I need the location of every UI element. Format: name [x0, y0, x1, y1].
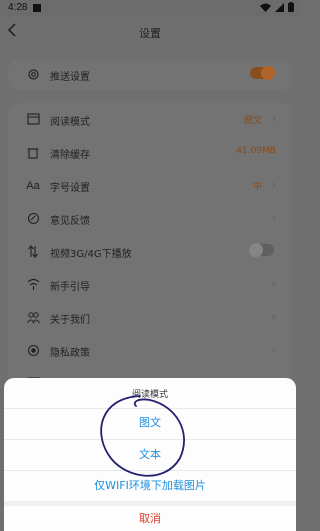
guide-icon — [26, 278, 40, 292]
push-settings-card: 推送设置 — [8, 60, 292, 90]
chevron-right-icon: › — [271, 211, 276, 224]
signal-icon — [275, 2, 284, 15]
toggle-knob — [249, 243, 263, 257]
status-time: 4:28 — [8, 2, 28, 13]
setting-row-clear-cache[interactable]: 清除缓存 41.09MB — [8, 136, 292, 170]
setting-value: 中 — [252, 182, 262, 192]
data-transfer-icon — [26, 245, 40, 259]
status-bar: 4:28 — [0, 0, 300, 16]
chevron-right-icon: › — [271, 310, 276, 323]
setting-row-video-data[interactable]: 视频3G/4G下播放 — [8, 235, 292, 269]
setting-value: 41.09MB — [236, 146, 276, 156]
toggle-knob — [261, 66, 275, 80]
setting-label: 关于我们 — [50, 315, 90, 326]
chevron-right-icon: › — [271, 112, 276, 125]
gear-icon — [26, 68, 40, 82]
battery-icon — [288, 2, 294, 15]
wifi-icon — [260, 3, 271, 15]
settings-card: 阅读模式 图文 › 清除缓存 41.09MB Aa 字号设置 中 › 意见反馈 … — [8, 103, 292, 393]
status-icons — [260, 2, 294, 15]
setting-label: 视频3G/4G下播放 — [50, 249, 132, 260]
page-title: 设置 — [139, 27, 161, 40]
chevron-right-icon: › — [271, 178, 276, 191]
privacy-icon — [26, 344, 40, 358]
font-size-icon: Aa — [26, 180, 40, 192]
setting-row-font-size[interactable]: Aa 字号设置 中 › — [8, 169, 292, 203]
app-bar: 设置 — [0, 16, 300, 48]
setting-label: 新手引导 — [50, 282, 90, 293]
feedback-icon — [26, 212, 40, 226]
setting-label: 推送设置 — [50, 72, 90, 83]
notification-icon — [33, 4, 41, 12]
setting-label: 字号设置 — [50, 183, 90, 194]
setting-label: 隐私政策 — [50, 348, 90, 359]
setting-row-guide[interactable]: 新手引导 › — [8, 268, 292, 302]
setting-row-push[interactable]: 推送设置 — [8, 58, 292, 92]
book-icon — [26, 113, 40, 127]
trash-icon — [26, 146, 40, 160]
video-data-toggle[interactable] — [249, 243, 274, 257]
setting-row-about[interactable]: 关于我们 › — [8, 301, 292, 335]
team-icon — [26, 311, 40, 325]
setting-row-reading-mode[interactable]: 阅读模式 图文 › — [8, 103, 292, 137]
push-toggle[interactable] — [250, 66, 275, 80]
cancel-button[interactable]: 取消 — [4, 506, 296, 531]
chevron-right-icon: › — [271, 343, 276, 356]
setting-label: 阅读模式 — [50, 117, 90, 128]
chevron-right-icon: › — [271, 277, 276, 290]
setting-value: 图文 — [243, 116, 262, 126]
annotation-scribble — [100, 395, 185, 477]
setting-label: 意见反馈 — [50, 216, 90, 227]
setting-row-privacy[interactable]: 隐私政策 › — [8, 334, 292, 368]
setting-row-feedback[interactable]: 意见反馈 › — [8, 202, 292, 236]
setting-label: 清除缓存 — [50, 150, 90, 161]
